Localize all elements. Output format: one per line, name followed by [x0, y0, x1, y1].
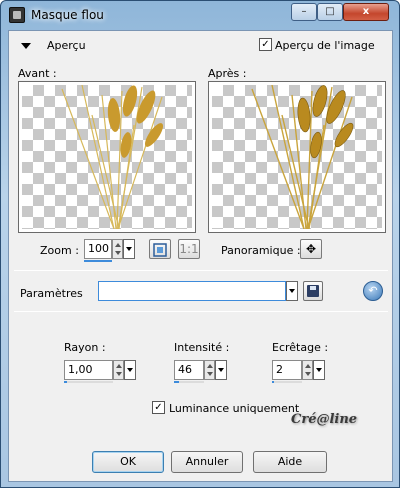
separator — [14, 270, 388, 271]
actual-size-button[interactable]: 1:1 — [178, 239, 200, 259]
radius-spinner[interactable] — [113, 360, 124, 380]
reset-button[interactable]: ↶ — [363, 281, 383, 301]
preview-collapse-icon[interactable] — [21, 43, 31, 49]
clipping-slider-track[interactable] — [272, 381, 302, 383]
separator — [14, 311, 388, 312]
clipping-slider-fill — [272, 381, 274, 383]
maximize-button[interactable]: □ — [317, 3, 343, 21]
intensity-spinner[interactable] — [204, 360, 215, 380]
before-preview[interactable] — [18, 81, 196, 233]
preview-section-label: Aperçu — [47, 39, 86, 52]
zoom-spinner[interactable] — [112, 239, 123, 259]
dialog-window: Masque flou – □ x Aperçu ✓ Aperçu de l'i… — [0, 0, 400, 488]
after-preview[interactable] — [208, 81, 386, 233]
radius-input[interactable]: 1,00 — [64, 360, 113, 380]
window-title: Masque flou — [31, 8, 104, 22]
zoom-input[interactable]: 100 — [84, 239, 112, 259]
close-button[interactable]: x — [343, 3, 389, 21]
app-icon — [9, 7, 25, 23]
preset-input[interactable] — [98, 281, 286, 301]
before-label: Avant : — [18, 67, 57, 80]
intensity-label: Intensité : — [174, 341, 230, 354]
help-button[interactable]: Aide — [253, 451, 327, 473]
clipping-input[interactable]: 2 — [272, 360, 302, 380]
luminance-checkbox[interactable]: ✓ — [152, 401, 165, 414]
move-icon: ✥ — [305, 242, 317, 256]
fit-window-icon — [153, 243, 167, 257]
parameters-label: Paramètres — [20, 287, 83, 300]
cancel-button[interactable]: Annuler — [171, 451, 243, 473]
dialog-content: Aperçu ✓ Aperçu de l'image Avant : Après… — [8, 30, 393, 482]
clipping-dropdown[interactable] — [313, 360, 325, 380]
pan-button[interactable]: ✥ — [300, 239, 322, 259]
image-preview-checkbox[interactable]: ✓ — [259, 38, 272, 51]
image-preview-label: Aperçu de l'image — [275, 39, 375, 52]
preset-dropdown[interactable] — [286, 281, 298, 301]
intensity-dropdown[interactable] — [215, 360, 227, 380]
radius-slider-fill — [64, 381, 67, 383]
radius-label: Rayon : — [64, 341, 106, 354]
zoom-dropdown[interactable] — [123, 239, 135, 259]
intensity-slider-fill — [174, 381, 179, 383]
zoom-slider-fill — [84, 260, 112, 262]
intensity-input[interactable]: 46 — [174, 360, 204, 380]
clipping-spinner[interactable] — [302, 360, 313, 380]
after-label: Après : — [208, 67, 247, 80]
watermark-signature: Cré@line — [291, 412, 358, 427]
title-bar[interactable]: Masque flou – □ x — [1, 1, 399, 29]
ok-button[interactable]: OK — [92, 451, 164, 473]
radius-slider-track[interactable] — [64, 381, 113, 383]
after-canvas — [212, 85, 382, 229]
wheat-image-sharpened — [251, 85, 354, 229]
clipping-label: Ecrêtage : — [272, 341, 329, 354]
wheat-image — [61, 85, 164, 229]
zoom-fit-button[interactable] — [149, 239, 171, 259]
pan-label: Panoramique : — [221, 244, 301, 257]
save-preset-icon[interactable] — [303, 281, 323, 301]
minimize-button[interactable]: – — [291, 3, 317, 21]
radius-dropdown[interactable] — [124, 360, 136, 380]
luminance-label: Luminance uniquement — [169, 402, 300, 415]
zoom-label: Zoom : — [40, 244, 79, 257]
before-canvas — [22, 85, 192, 229]
